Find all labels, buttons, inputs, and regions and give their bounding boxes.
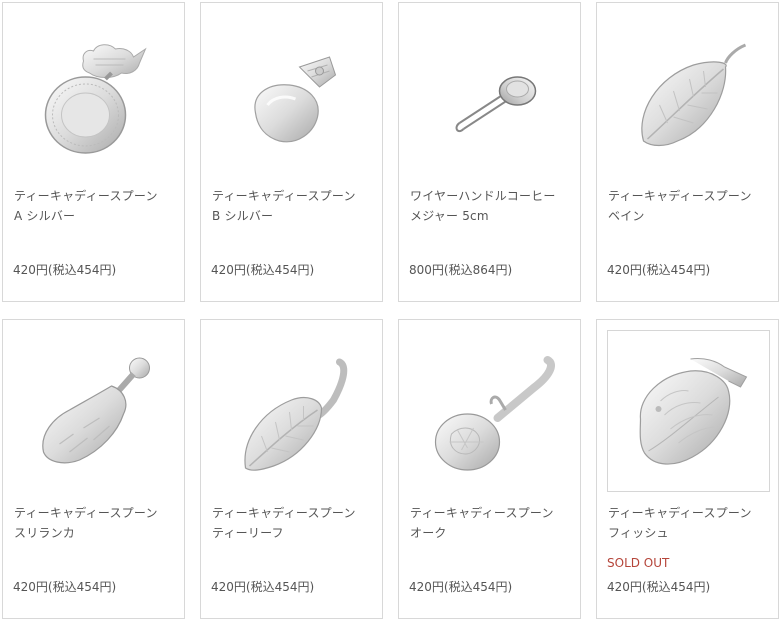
product-name[interactable]: ティーキャディースプーン フィッシュ [608,503,776,543]
product-price: 420円(税込454円) [13,580,117,594]
product-name[interactable]: ティーキャディースプーン A シルバー [14,186,182,226]
product-card[interactable]: ティーキャディースプーン オーク 420円(税込454円) [398,319,581,619]
product-name[interactable]: ティーキャディースプーン オーク [410,503,578,543]
sold-out-label: SOLD OUT [607,556,670,570]
product-card[interactable]: ティーキャディースプーン ティーリーフ 420円(税込454円) [200,319,383,619]
product-card[interactable]: ティーキャディースプーン ベイン 420円(税込454円) [596,2,779,302]
product-name[interactable]: ワイヤーハンドルコーヒー メジャー 5cm [410,186,578,226]
product-price: 420円(税込454円) [211,580,315,594]
product-name[interactable]: ティーキャディースプーン スリランカ [14,503,182,543]
sri-lanka-spoon-image[interactable] [13,330,174,490]
vein-leaf-spoon-image[interactable] [607,13,768,173]
product-name[interactable]: ティーキャディースプーン ベイン [608,186,776,226]
product-price: 800円(税込864円) [409,263,513,277]
product-price: 420円(税込454円) [409,580,513,594]
product-price: 420円(税込454円) [607,263,711,277]
tea-leaf-spoon-image[interactable] [211,330,372,490]
product-card[interactable]: ワイヤーハンドルコーヒー メジャー 5cm 800円(税込864円) [398,2,581,302]
product-price: 420円(税込454円) [211,263,315,277]
product-card[interactable]: ティーキャディースプーン A シルバー 420円(税込454円) [2,2,185,302]
product-price: 420円(税込454円) [13,263,117,277]
fish-spoon-image[interactable] [607,330,770,492]
product-card[interactable]: ティーキャディースプーン スリランカ 420円(税込454円) [2,319,185,619]
product-card[interactable]: ティーキャディースプーン B シルバー 420円(税込454円) [200,2,383,302]
product-price: 420円(税込454円) [607,580,711,594]
product-name[interactable]: ティーキャディースプーン ティーリーフ [212,503,380,543]
teapot-caddy-spoon-image[interactable] [13,13,174,173]
wire-measure-spoon-image[interactable] [409,13,570,173]
product-name[interactable]: ティーキャディースプーン B シルバー [212,186,380,226]
product-card[interactable]: ティーキャディースプーン フィッシュ SOLD OUT 420円(税込454円) [596,319,779,619]
oak-spoon-image[interactable] [409,330,570,490]
shell-caddy-spoon-image[interactable] [211,13,372,173]
